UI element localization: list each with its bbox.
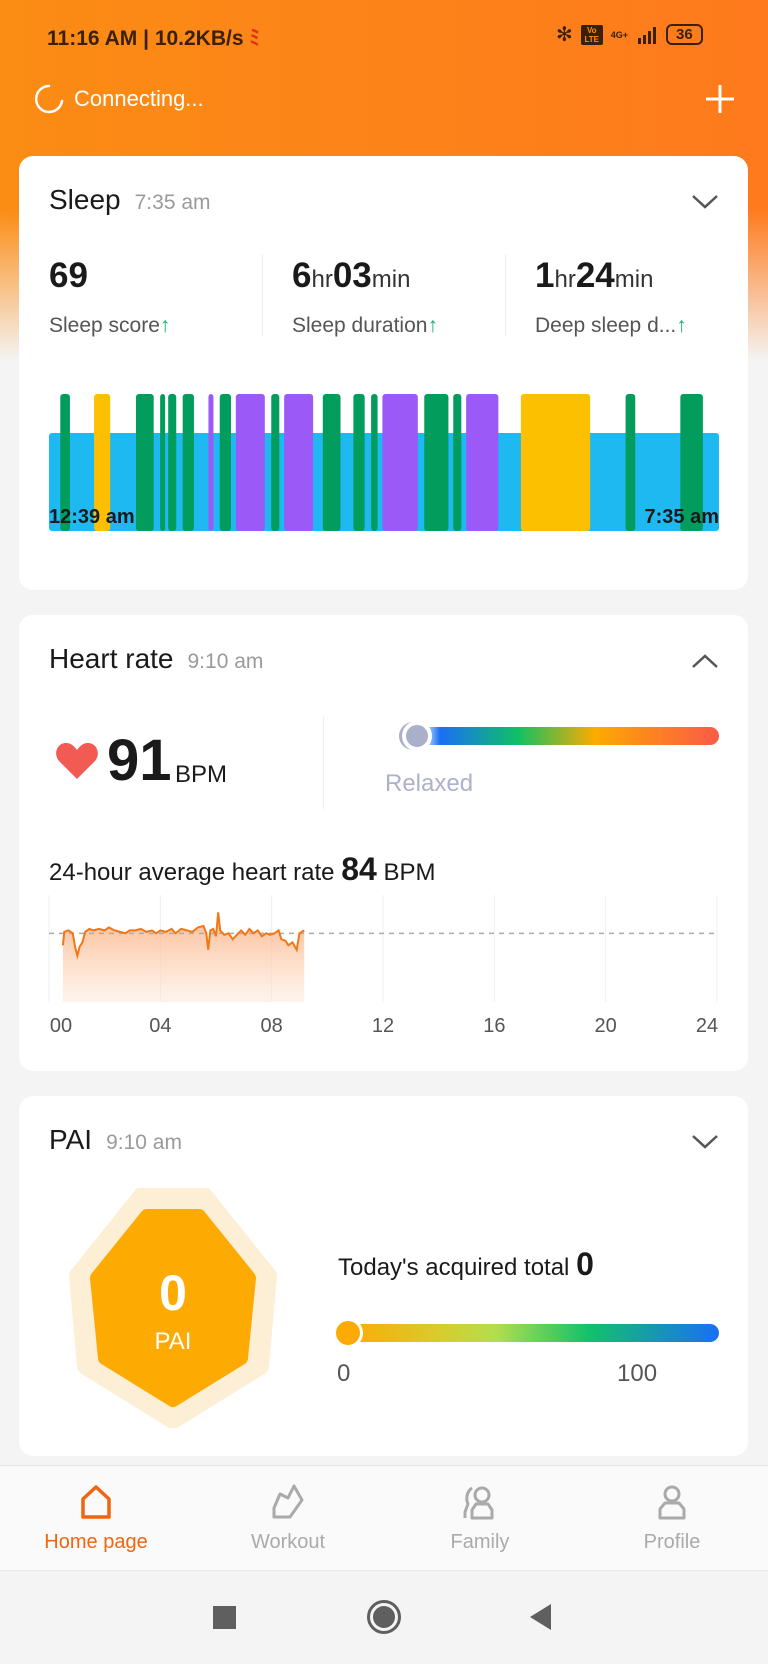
pai-today: Today's acquired total 0: [338, 1246, 594, 1282]
heart-zone-gauge: [409, 727, 719, 745]
shoe-icon: [272, 1484, 304, 1519]
sleep-end-time: 7:35 am: [644, 506, 720, 528]
sleep-bar-rem: [208, 394, 214, 531]
sleep-bar-rem: [284, 394, 314, 531]
sleep-bar-deep: [160, 394, 166, 531]
sleep-bar-deep: [625, 394, 636, 531]
sleep-bar-rem: [235, 394, 265, 531]
trend-up-icon: ↑: [159, 314, 171, 337]
pai-time: 9:10 am: [106, 1131, 182, 1154]
battery-icon: 36: [666, 24, 703, 45]
heart-time: 9:10 am: [187, 650, 264, 673]
signal-icon: [638, 26, 657, 44]
gauge-knob: [333, 1318, 363, 1348]
bpm-unit: BPM: [175, 761, 228, 788]
pai-value: 0: [159, 1265, 187, 1321]
sleep-duration-stat: 6hr03min Sleep duration↑: [292, 256, 438, 337]
pai-title: PAI 9:10 am: [49, 1124, 182, 1155]
trend-up-icon: ↑: [427, 314, 438, 337]
x-tick-label: 24: [695, 1015, 719, 1037]
x-tick-label: 16: [483, 1015, 506, 1037]
sleep-start-time: 12:39 am: [49, 506, 135, 528]
scale-max: 100: [617, 1360, 658, 1387]
scale-min: 0: [337, 1360, 351, 1387]
pai-label: PAI: [154, 1328, 192, 1355]
divider: [262, 254, 263, 336]
nav-profile[interactable]: Profile: [576, 1466, 768, 1572]
nav-workout[interactable]: Workout: [192, 1466, 384, 1572]
chevron-down-icon[interactable]: [690, 192, 720, 212]
heart-icon: [56, 743, 98, 779]
heart-rate-card[interactable]: Heart rate 9:10 am 91 BPM Relaxed 24-hour…: [19, 615, 748, 1071]
nav-family[interactable]: Family: [384, 1466, 576, 1572]
chevron-up-icon[interactable]: [690, 651, 720, 671]
bluetooth-icon: ✻: [556, 24, 573, 46]
network-type: 4G+: [610, 29, 629, 40]
x-tick-label: 20: [594, 1015, 617, 1037]
connection-label: Connecting...: [74, 86, 204, 111]
bottom-nav: Home page Workout Family Profile: [0, 1465, 768, 1571]
loading-spinner-icon: [34, 84, 64, 114]
sleep-bar-rem: [466, 394, 499, 531]
connection-status: Connecting...: [33, 83, 204, 115]
sleep-bar-deep: [371, 394, 378, 531]
heart-title: Heart rate 9:10 am: [49, 643, 264, 674]
home-icon: [81, 1485, 111, 1519]
x-tick-label: 04: [149, 1015, 172, 1037]
sleep-bar-deep: [135, 394, 154, 531]
deep-sleep-stat: 1hr24min Deep sleep d...↑: [535, 256, 687, 337]
sleep-bar-deep: [271, 394, 280, 531]
chevron-down-icon[interactable]: [690, 1132, 720, 1152]
pai-card[interactable]: PAI 9:10 am 0 PAI Today's acquired total …: [19, 1096, 748, 1456]
sleep-score-stat: 69 Sleep score↑: [49, 256, 171, 337]
sleep-bar-rem: [382, 394, 418, 531]
clock: 11:16 AM: [47, 27, 138, 50]
sleep-bar-awake: [520, 394, 591, 531]
app-notification-icon: ﾐ: [249, 27, 260, 50]
x-tick-label: 08: [260, 1015, 283, 1037]
volte-icon: Vo LTE: [580, 24, 603, 45]
heart-rate-area: [62, 912, 305, 1002]
current-bpm: 91: [107, 728, 172, 793]
x-tick-label: 00: [49, 1015, 73, 1037]
family-icon: [463, 1486, 494, 1520]
status-icons: ✻ Vo LTE 4G+ 36: [556, 22, 703, 47]
nav-home[interactable]: Home page: [0, 1466, 192, 1572]
status-bar: 11:16 AM | 10.2KB/s ﾐ: [47, 27, 260, 50]
net-speed: 10.2KB/s: [154, 27, 244, 50]
divider: [505, 254, 506, 336]
sleep-bar-deep: [168, 394, 177, 531]
recents-button[interactable]: [213, 1606, 236, 1629]
home-button[interactable]: [367, 1600, 401, 1634]
plus-icon[interactable]: [704, 83, 736, 115]
x-tick-label: 12: [371, 1015, 395, 1037]
sleep-time: 7:35 am: [134, 191, 211, 214]
back-button[interactable]: [529, 1603, 553, 1631]
sleep-bar-deep: [424, 394, 449, 531]
pai-gauge: [345, 1324, 719, 1342]
sleep-card[interactable]: Sleep 7:35 am 69 Sleep score↑ 6hr03min Sl…: [19, 156, 748, 590]
divider: [323, 717, 324, 809]
gauge-knob: [402, 721, 432, 751]
sleep-stages-chart[interactable]: [49, 394, 719, 531]
heart-state: Relaxed: [385, 770, 474, 797]
heart-rate-chart[interactable]: [19, 895, 748, 1005]
sleep-bar-deep: [182, 394, 194, 531]
sleep-bar-deep: [353, 394, 365, 531]
avg-heart-rate: 24-hour average heart rate 84 BPM: [49, 851, 436, 887]
profile-icon: [658, 1485, 686, 1520]
sleep-bar-deep: [453, 394, 462, 531]
sleep-bar-deep: [219, 394, 231, 531]
sleep-title: Sleep 7:35 am: [49, 184, 211, 215]
trend-up-icon: ↑: [676, 314, 687, 337]
sleep-bar-deep: [322, 394, 341, 531]
